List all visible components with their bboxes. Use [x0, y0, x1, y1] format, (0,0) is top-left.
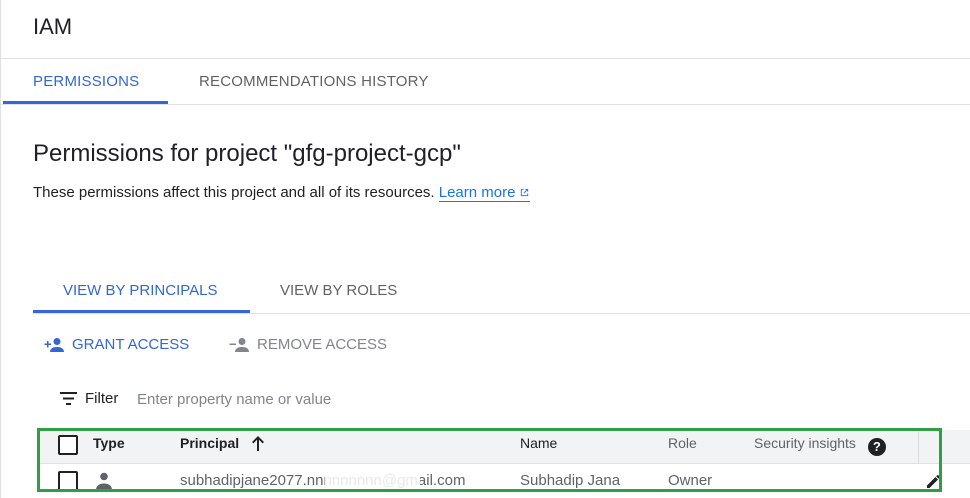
filter-input[interactable]: Enter property name or value — [137, 391, 331, 408]
tab-recommendations-history[interactable]: RECOMMENDATIONS HISTORY — [199, 73, 429, 90]
left-border — [0, 0, 1, 498]
remove-person-icon — [229, 337, 249, 352]
permissions-heading: Permissions for project "gfg-project-gcp… — [33, 140, 461, 167]
tab-view-by-roles[interactable]: VIEW BY ROLES — [280, 282, 397, 299]
filter-control[interactable]: Filter — [60, 390, 118, 407]
add-person-icon — [44, 337, 64, 352]
permissions-description: These permissions affect this project an… — [33, 184, 531, 202]
remove-access-label: REMOVE ACCESS — [257, 336, 388, 353]
remove-access-button[interactable]: REMOVE ACCESS — [229, 336, 387, 353]
description-text: These permissions affect this project an… — [33, 184, 435, 201]
learn-more-link[interactable]: Learn more — [438, 184, 531, 202]
external-link-icon — [521, 188, 529, 197]
filter-label: Filter — [85, 390, 119, 407]
divider — [0, 58, 970, 59]
filter-icon — [60, 392, 77, 405]
learn-more-label: Learn more — [438, 184, 516, 201]
grant-access-button[interactable]: GRANT ACCESS — [44, 336, 189, 353]
divider — [0, 104, 970, 105]
divider — [33, 313, 970, 314]
grant-access-label: GRANT ACCESS — [72, 336, 190, 353]
highlight-box — [37, 428, 942, 492]
tab-permissions[interactable]: PERMISSIONS — [33, 73, 139, 90]
page-title: IAM — [33, 14, 73, 39]
tab-view-by-principals[interactable]: VIEW BY PRINCIPALS — [63, 282, 218, 299]
